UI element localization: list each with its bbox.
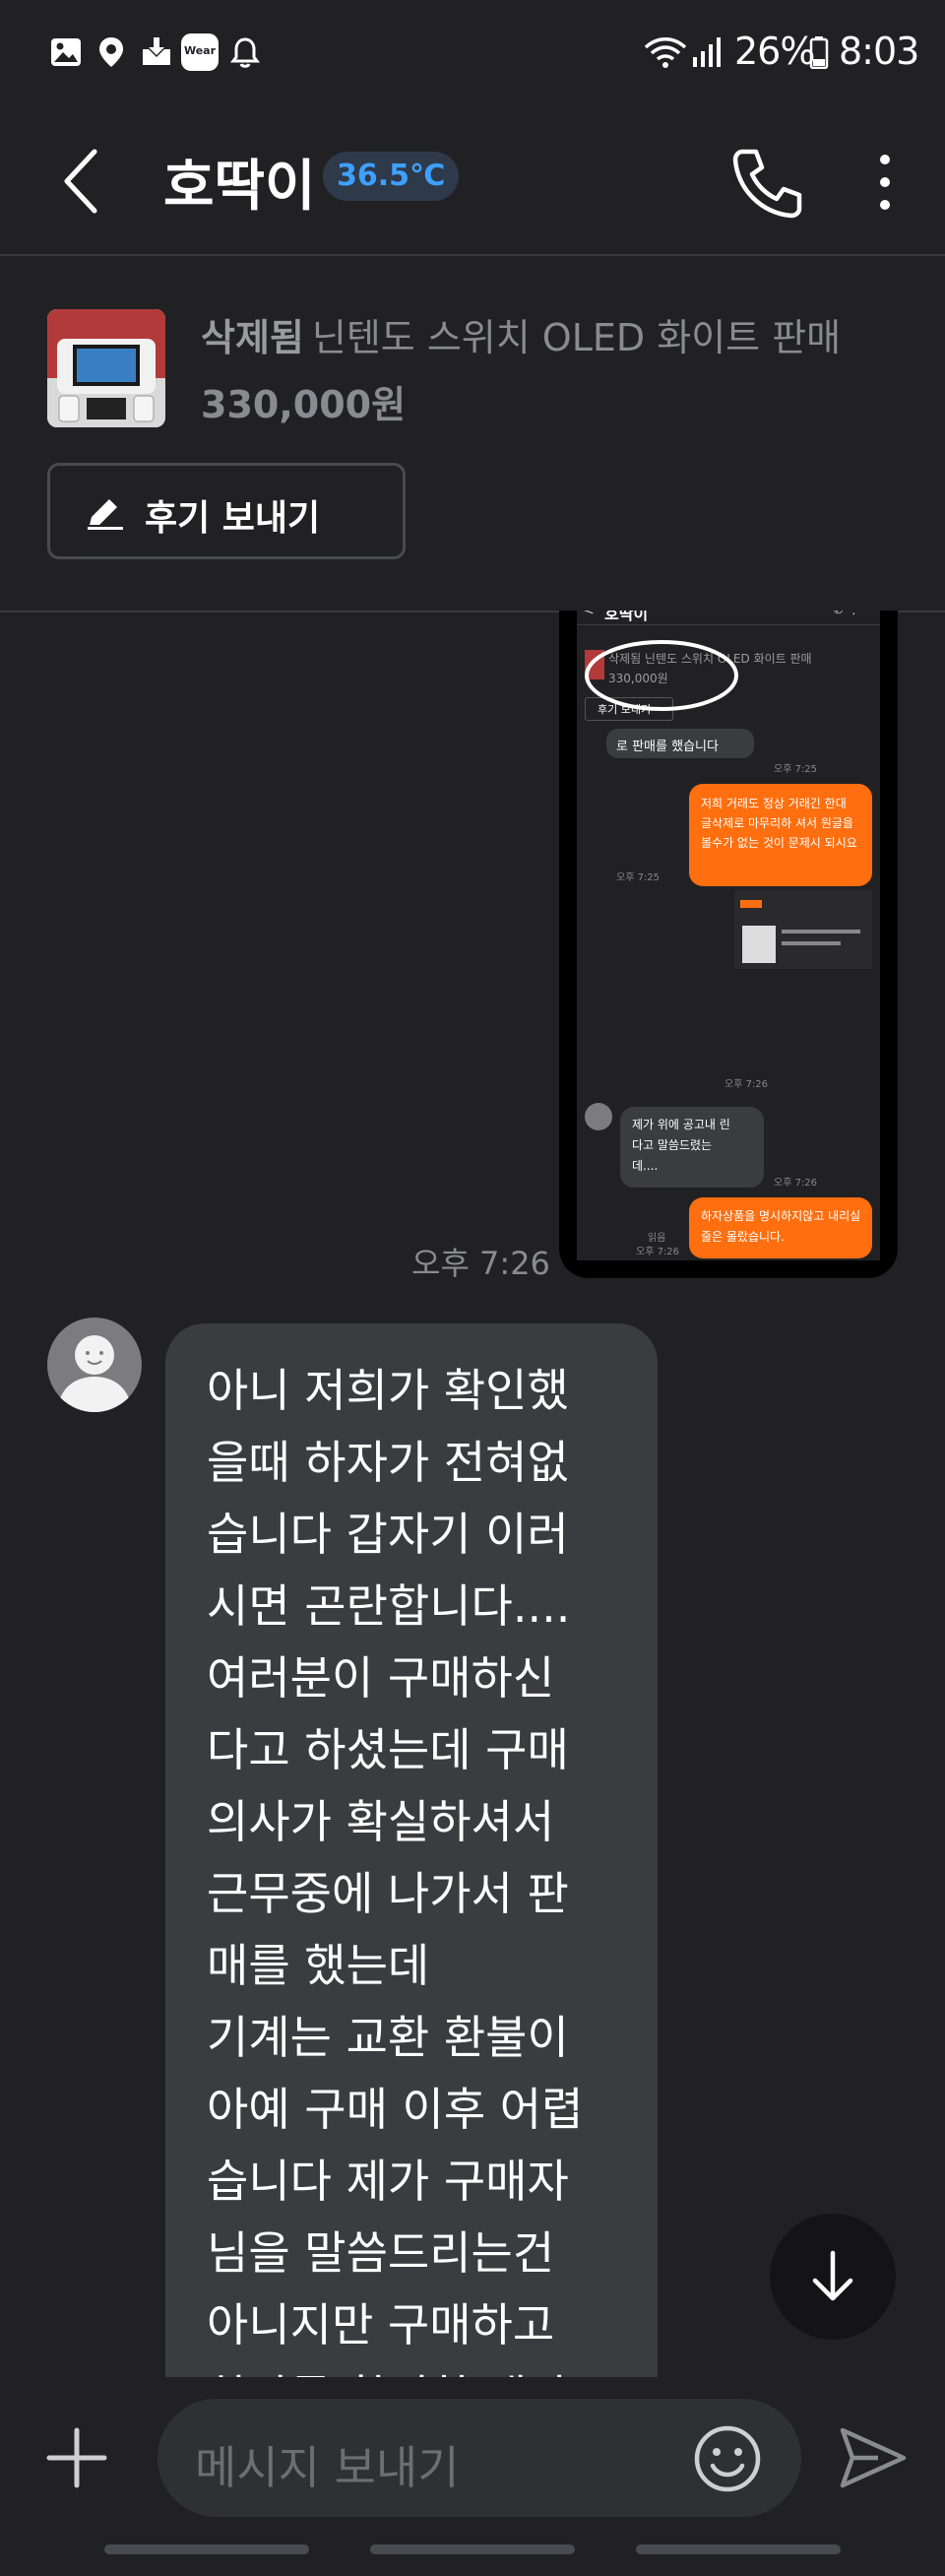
attach-plus-button[interactable] xyxy=(45,2426,108,2489)
navigation-bar xyxy=(0,2544,945,2576)
mini-card-tag xyxy=(740,900,762,908)
send-review-button[interactable]: 후기 보내기 xyxy=(47,463,406,559)
mini-back-icon: < xyxy=(583,611,595,618)
status-bar: Wear 26% 8:03 xyxy=(0,0,945,108)
phone-call-button[interactable] xyxy=(728,144,807,223)
mini-time-4: 오후 7:26 xyxy=(774,1178,818,1189)
nav-home[interactable] xyxy=(370,2544,575,2554)
switch-image xyxy=(47,309,165,427)
mini-card-line xyxy=(782,930,860,934)
message-input-placeholder: 메시지 보내기 xyxy=(195,2441,460,2494)
mini-bubble-1: 로 판매를 했습니다 xyxy=(606,729,754,758)
mini-bubble-3: 제가 위에 공고내 린다고 말씀드렸는 데.... xyxy=(620,1107,764,1188)
image-message-time: 오후 7:26 xyxy=(411,1245,550,1282)
more-options-button[interactable] xyxy=(860,148,910,217)
mini-avatar xyxy=(585,1103,612,1130)
arrow-down-icon xyxy=(812,2250,853,2301)
product-title: 닌텐도 스위치 OLED 화이트 판매 xyxy=(311,316,842,359)
message-input[interactable]: 메시지 보내기 xyxy=(158,2399,801,2517)
mini-bubble-1-text: 로 판매를 했습니다 xyxy=(616,740,719,754)
mini-card-image xyxy=(742,926,776,963)
wear-label: Wear xyxy=(183,44,217,57)
mini-call-icon: ✆ ⋮ xyxy=(833,611,860,617)
message-input-bar: 메시지 보내기 xyxy=(0,2377,945,2544)
embedded-screenshot: < 호딱이 ✆ ⋮ 삭제됨 닌텐도 스위치 OLED 화이트 판매 330,00… xyxy=(577,611,880,1260)
mini-seller-name: 호딱이 xyxy=(604,611,649,623)
highlight-circle xyxy=(585,640,738,711)
mini-bubble-2-text: 저희 거래도 정상 거래긴 한대 글삭제로 마무리하 셔서 원글을 볼수가 없는… xyxy=(701,797,857,850)
back-button[interactable] xyxy=(51,144,110,219)
pencil-icon xyxy=(88,499,123,530)
mini-bubble-3-text: 제가 위에 공고내 린다고 말씀드렸는 데.... xyxy=(632,1118,730,1173)
sender-avatar[interactable] xyxy=(47,1318,142,1412)
mini-time-3: 오후 7:26 xyxy=(724,1079,769,1090)
product-price: 330,000원 xyxy=(201,383,407,426)
scroll-to-bottom-button[interactable] xyxy=(770,2214,896,2340)
emoji-button[interactable] xyxy=(693,2424,762,2493)
manner-temperature-badge: 36.5℃ xyxy=(323,152,460,201)
mini-card-line xyxy=(782,941,841,945)
mini-time-5: 오후 7:26 xyxy=(636,1247,680,1257)
product-info: 삭제됨 닌텐도 스위치 OLED 화이트 판매 330,000원 후기 보내기 xyxy=(0,256,945,612)
download-icon xyxy=(143,37,170,65)
nav-recent-apps[interactable] xyxy=(104,2544,309,2554)
chat-header: 호딱이 36.5℃ xyxy=(0,108,945,256)
bell-icon xyxy=(230,37,260,68)
deleted-label: 삭제됨 xyxy=(201,316,304,359)
mini-bubble-2: 저희 거래도 정상 거래긴 한대 글삭제로 마무리하 셔서 원글을 볼수가 없는… xyxy=(689,784,872,886)
message-text: 아니 저희가 확인했 을때 하자가 전혀없 습니다 갑자기 이러 시면 곤란합니… xyxy=(207,1364,584,2377)
location-icon xyxy=(99,37,123,67)
mini-bubble-4: 하자상품을 명시하지않고 내리실줄은 몰랐습니다. xyxy=(689,1197,872,1258)
send-review-label: 후기 보내기 xyxy=(145,498,321,539)
battery-percent: 26% xyxy=(734,30,815,73)
mini-divider xyxy=(577,624,880,625)
gallery-icon xyxy=(51,38,81,66)
nav-back[interactable] xyxy=(636,2544,841,2554)
mini-time-2: 오후 7:25 xyxy=(616,872,661,883)
seller-name[interactable]: 호딱이 xyxy=(163,142,316,222)
image-message[interactable]: < 호딱이 ✆ ⋮ 삭제됨 닌텐도 스위치 OLED 화이트 판매 330,00… xyxy=(559,611,898,1278)
signal-icon xyxy=(693,37,721,67)
mini-read-label: 읽음 xyxy=(648,1233,666,1244)
product-thumbnail[interactable] xyxy=(47,309,165,427)
clock: 8:03 xyxy=(839,30,919,73)
wear-icon: Wear xyxy=(181,33,219,71)
battery-icon xyxy=(809,36,829,69)
send-button[interactable] xyxy=(839,2426,908,2489)
incoming-message-bubble[interactable]: 아니 저희가 확인했 을때 하자가 전혀없 습니다 갑자기 이러 시면 곤란합니… xyxy=(165,1323,658,2377)
wifi-icon xyxy=(644,37,687,68)
mini-time-1: 오후 7:25 xyxy=(774,764,818,775)
mini-embedded-card xyxy=(734,890,872,969)
profile-icon xyxy=(57,1335,132,1412)
product-title-line[interactable]: 삭제됨 닌텐도 스위치 OLED 화이트 판매 xyxy=(201,307,841,361)
mini-bubble-4-text: 하자상품을 명시하지않고 내리실줄은 몰랐습니다. xyxy=(701,1209,861,1244)
